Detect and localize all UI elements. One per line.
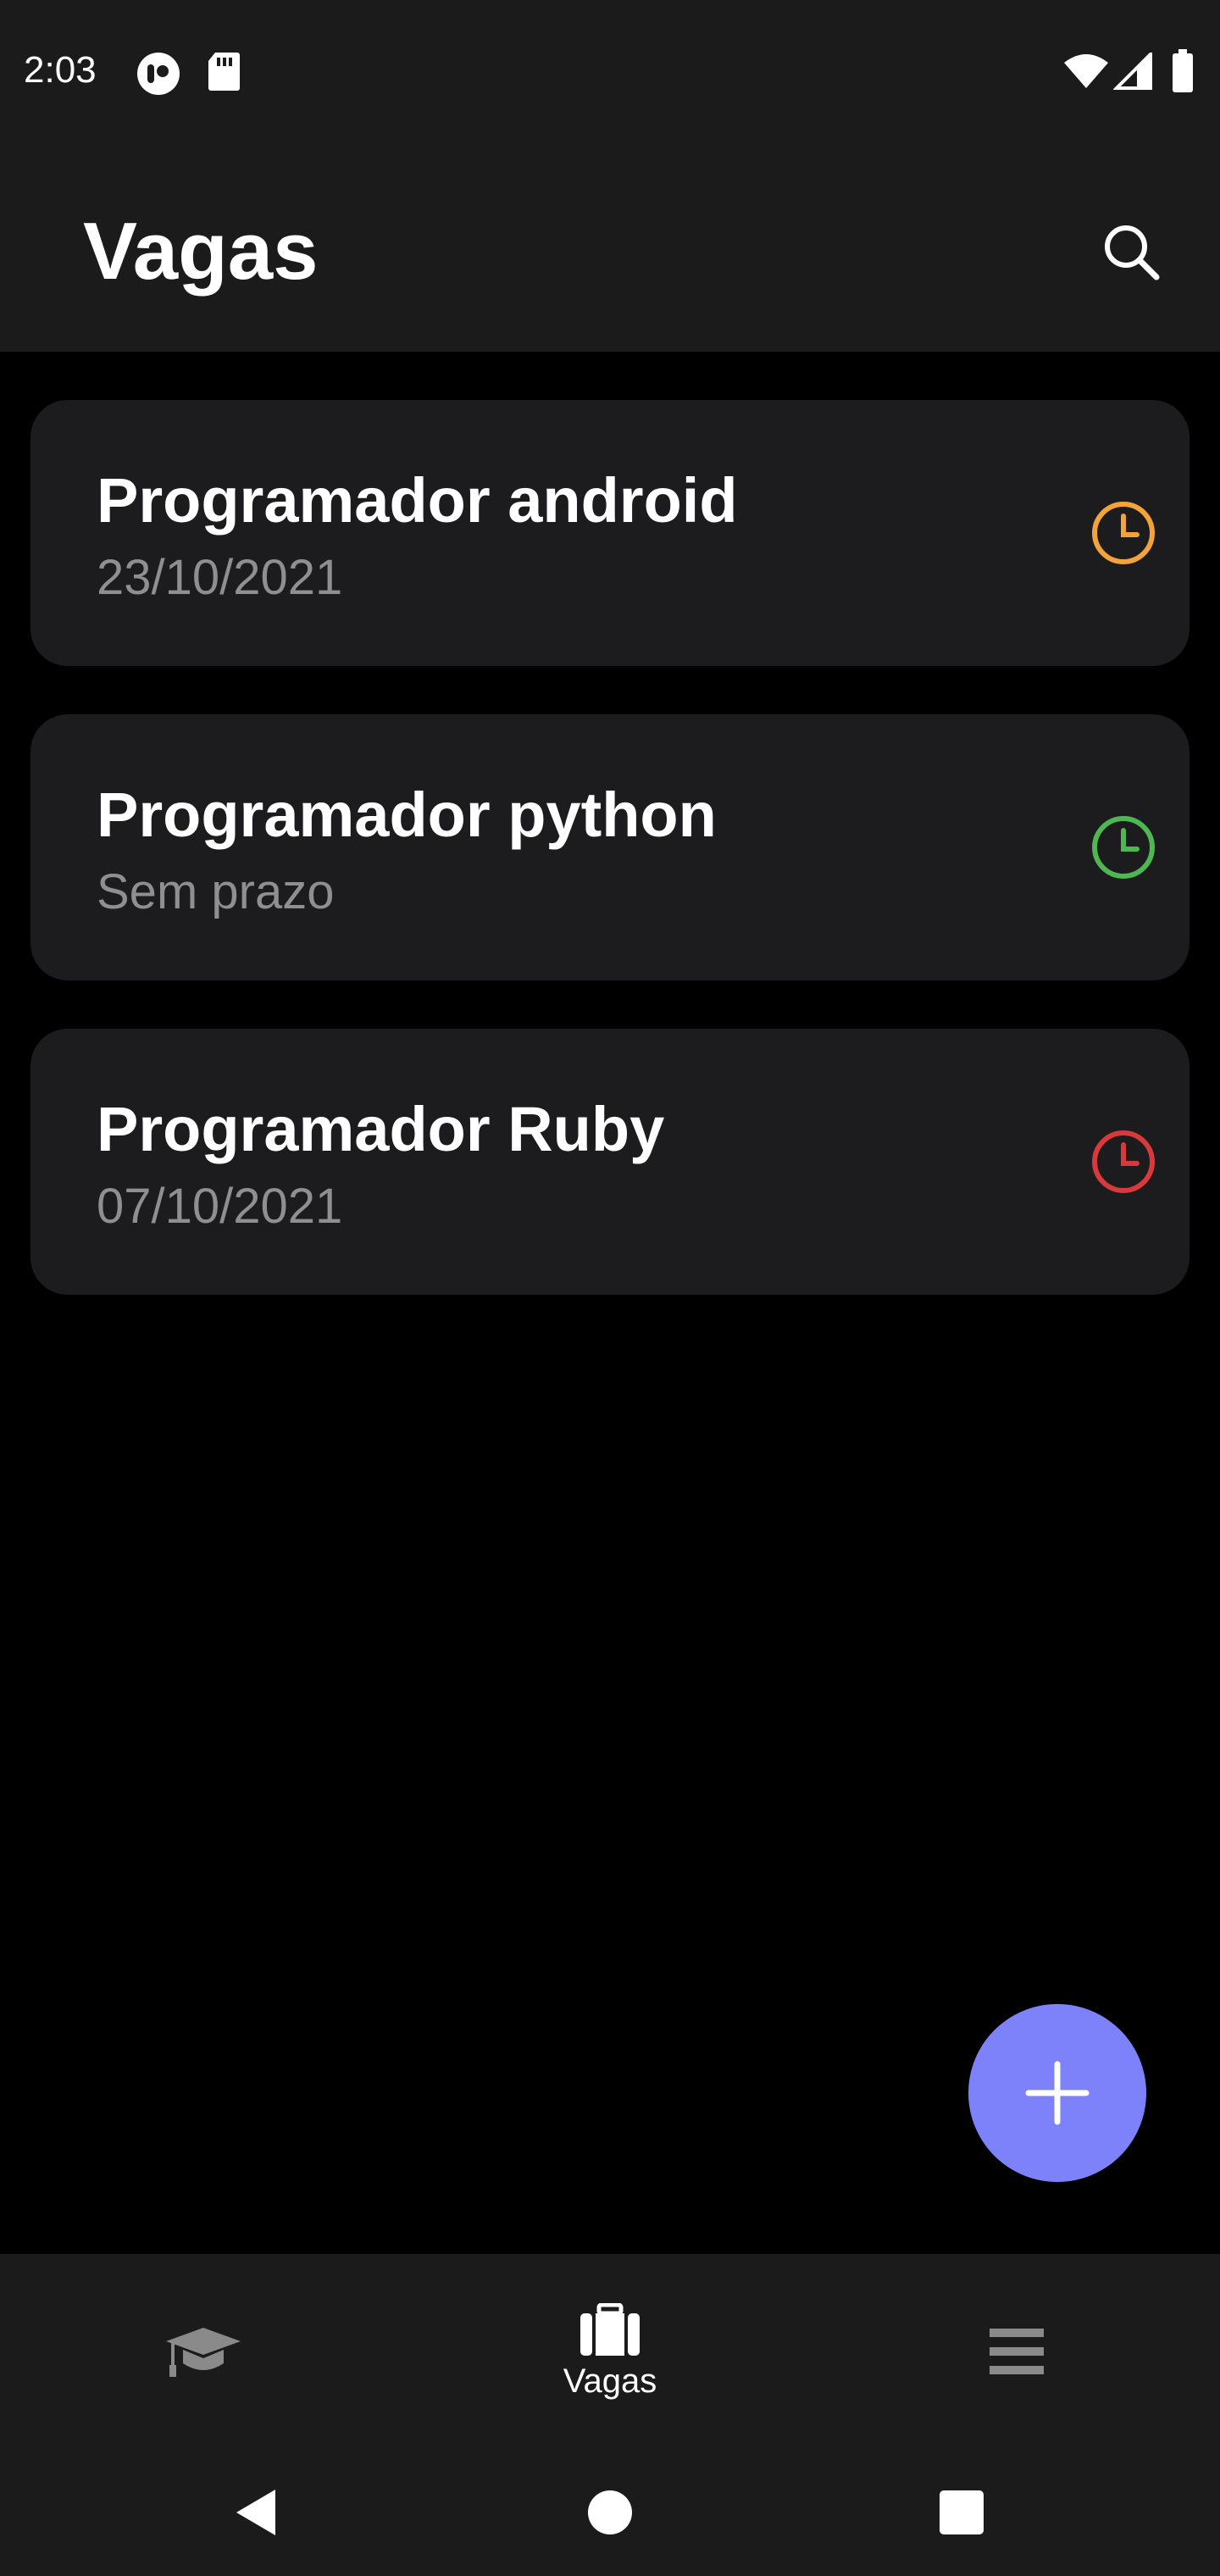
job-card-ruby[interactable]: Programador Ruby 07/10/2021: [30, 1029, 1190, 1295]
job-card-python[interactable]: Programador python Sem prazo: [30, 714, 1190, 980]
clock-icon: [1092, 502, 1155, 564]
nav-item-vagas[interactable]: Vagas: [407, 2254, 813, 2449]
job-list: Programador android 23/10/2021 Programad…: [30, 400, 1190, 1343]
app-bar: Vagas: [0, 144, 1220, 352]
nav-item-menu[interactable]: [813, 2254, 1220, 2449]
page-title: Vagas: [83, 206, 319, 297]
back-icon: [236, 2490, 275, 2535]
home-icon: [588, 2490, 632, 2534]
clock-icon: [1092, 1130, 1155, 1193]
job-title: Programador python: [97, 780, 717, 850]
back-button[interactable]: [217, 2474, 293, 2551]
nav-label-vagas: Vagas: [563, 2362, 657, 2400]
media-app-icon: [136, 51, 181, 97]
clock-icon: [1092, 816, 1155, 879]
search-icon: [1105, 225, 1160, 280]
nav-item-courses[interactable]: [0, 2254, 407, 2449]
job-title: Programador android: [97, 465, 738, 536]
menu-icon: [990, 2329, 1044, 2374]
status-bar: 2:03: [0, 0, 1220, 144]
briefcase-icon: [580, 2302, 640, 2356]
job-card-android[interactable]: Programador android 23/10/2021: [30, 400, 1190, 666]
job-deadline: 07/10/2021: [97, 1179, 343, 1234]
job-deadline: Sem prazo: [97, 864, 335, 919]
screen: 2:03 Vagas Programador android 23/10/202…: [0, 0, 1220, 2576]
add-job-button[interactable]: [968, 2004, 1146, 2182]
job-title: Programador Ruby: [97, 1094, 665, 1164]
home-button[interactable]: [572, 2474, 648, 2551]
system-nav: [0, 2449, 1220, 2576]
recents-icon: [940, 2490, 984, 2534]
status-time: 2:03: [24, 49, 97, 91]
recents-button[interactable]: [923, 2474, 1000, 2551]
cell-signal-icon: [1113, 53, 1152, 90]
battery-icon: [1171, 49, 1195, 93]
sd-card-icon: [207, 51, 241, 92]
graduation-cap-icon: [166, 2328, 241, 2377]
wifi-icon: [1062, 53, 1110, 90]
search-button[interactable]: [1093, 214, 1169, 290]
plus-icon: [1025, 2061, 1090, 2125]
bottom-nav: Vagas: [0, 2254, 1220, 2449]
job-deadline: 23/10/2021: [97, 550, 343, 605]
